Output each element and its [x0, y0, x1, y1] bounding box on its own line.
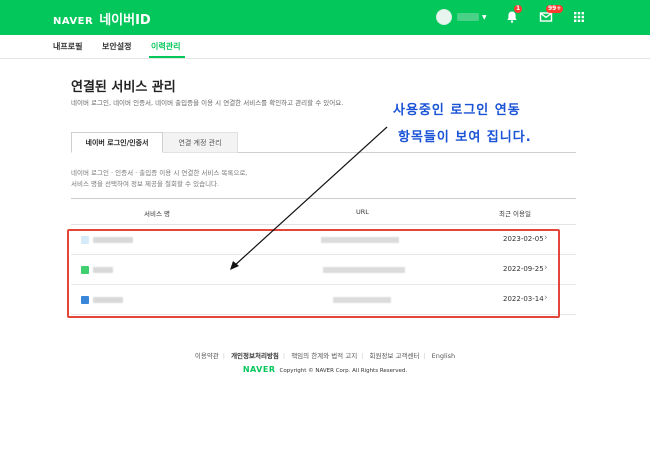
annotation-line-2: 항목들이 보여 집니다. [398, 130, 532, 145]
separator: | [282, 352, 286, 360]
footer-link-disclaimer[interactable]: 책임의 한계와 법적 고지 [291, 352, 357, 360]
separator: | [222, 352, 225, 360]
footer-link-english[interactable]: English [432, 352, 455, 360]
footer-link-help[interactable]: 회원정보 고객센터 [369, 352, 419, 360]
annotation-line-1: 사용중인 로그인 연동 [393, 103, 521, 118]
footer-naver-logo: NAVER [242, 365, 276, 374]
separator: | [423, 352, 426, 360]
copyright: NAVER Copyright © NAVER Corp. All Rights … [0, 365, 650, 374]
annotation-arrow [230, 126, 388, 270]
footer-link-privacy[interactable]: 개인정보처리방침 [231, 352, 279, 360]
copyright-text: Copyright © NAVER Corp. All Rights Reser… [279, 368, 408, 374]
footer-links: 이용약관 | 개인정보처리방침 | 책임의 한계와 법적 고지 | 회원정보 고객센터… [0, 350, 650, 360]
separator: | [361, 352, 364, 360]
footer-link-terms[interactable]: 이용약관 [195, 352, 219, 360]
